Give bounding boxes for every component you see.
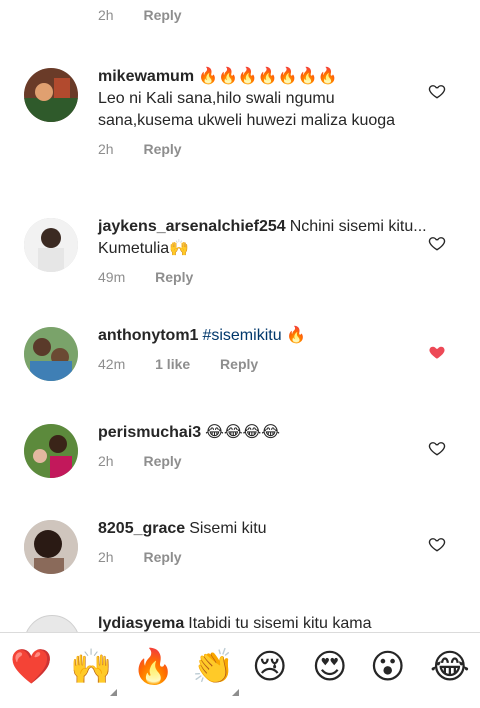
reply-button[interactable]: Reply xyxy=(143,7,181,23)
previous-comment-meta: 2h Reply xyxy=(98,7,182,23)
likes-count[interactable]: 1 like xyxy=(155,356,190,372)
comment-time: 2h xyxy=(98,7,114,23)
skin-tone-indicator-icon xyxy=(232,689,239,696)
comment-time: 2h xyxy=(98,141,114,157)
reply-button[interactable]: Reply xyxy=(220,356,258,372)
fire-reaction-button[interactable]: 🔥 xyxy=(132,647,174,687)
avatar-image xyxy=(24,520,78,574)
like-heart-icon[interactable] xyxy=(428,234,446,252)
comment-meta: 42m 1 like Reply xyxy=(98,353,428,375)
comment-time: 49m xyxy=(98,269,126,285)
avatar[interactable] xyxy=(24,424,78,478)
comment-meta: 2h Reply xyxy=(98,546,428,568)
comment-text-continued: Leo ni Kali sana,hilo swali ngumu sana,k… xyxy=(98,90,396,129)
like-heart-icon[interactable] xyxy=(428,535,446,553)
avatar[interactable] xyxy=(24,520,78,574)
reply-button[interactable]: Reply xyxy=(143,141,181,157)
avatar[interactable] xyxy=(24,68,78,122)
comment-username[interactable]: lydiasyema xyxy=(98,615,184,632)
comment-time: 2h xyxy=(98,453,114,469)
comment-text: 😂😂😂😂 xyxy=(205,424,280,441)
comment-meta: 49m Reply xyxy=(98,266,428,288)
heart-eyes-reaction-button[interactable]: 😍 xyxy=(312,647,347,687)
comment-time: 42m xyxy=(98,356,126,372)
comment-text: Itabidi tu sisemi kitu kama xyxy=(188,615,372,632)
reply-button[interactable]: Reply xyxy=(143,453,181,469)
hashtag-link[interactable]: #sisemikitu xyxy=(202,327,281,344)
comment-username[interactable]: perismuchai3 xyxy=(98,424,201,441)
comment-text: 🔥🔥🔥🔥🔥🔥🔥 xyxy=(198,68,338,85)
heart-reaction-button[interactable]: ❤️ xyxy=(10,647,52,687)
raising-hands-reaction-button[interactable]: 🙌 xyxy=(70,647,112,687)
avatar-image xyxy=(24,218,78,272)
comment-username[interactable]: jaykens_arsenalchief254 xyxy=(98,218,286,235)
reply-button[interactable]: Reply xyxy=(155,269,193,285)
avatar[interactable] xyxy=(24,218,78,272)
reply-button[interactable]: Reply xyxy=(143,549,181,565)
liked-heart-icon[interactable] xyxy=(428,343,446,361)
crying-face-reaction-button[interactable]: 😢 xyxy=(252,647,287,687)
comment-username[interactable]: 8205_grace xyxy=(98,520,185,537)
quick-reactions-bar: ❤️ 🙌 🔥 👏 😢 😍 😮 😂 xyxy=(0,632,480,708)
comment-text: Sisemi kitu xyxy=(189,520,267,537)
comment-username[interactable]: mikewamum xyxy=(98,68,194,85)
like-heart-icon[interactable] xyxy=(428,439,446,457)
comment-meta: 2h Reply xyxy=(98,138,428,160)
clapping-hands-reaction-button[interactable]: 👏 xyxy=(192,647,234,687)
avatar-image xyxy=(24,327,78,381)
tears-of-joy-reaction-button[interactable]: 😂 xyxy=(430,647,470,687)
like-heart-icon[interactable] xyxy=(428,82,446,100)
avatar-image xyxy=(24,424,78,478)
comment-time: 2h xyxy=(98,549,114,565)
fire-emoji: 🔥 xyxy=(286,327,306,344)
comment-username[interactable]: anthonytom1 xyxy=(98,327,198,344)
avatar-image xyxy=(24,68,78,122)
surprised-face-reaction-button[interactable]: 😮 xyxy=(370,647,405,687)
comment-meta: 2h Reply xyxy=(98,450,428,472)
avatar[interactable] xyxy=(24,327,78,381)
skin-tone-indicator-icon xyxy=(110,689,117,696)
